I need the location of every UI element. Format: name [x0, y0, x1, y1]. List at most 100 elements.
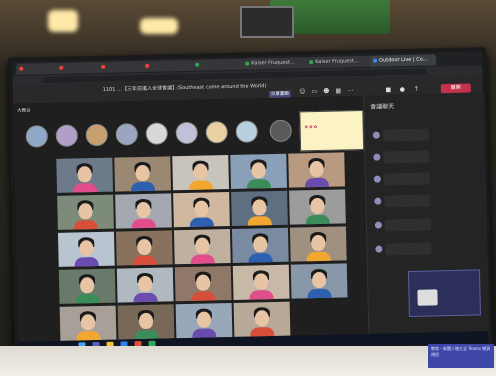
share-screen-icon[interactable]: ↑: [413, 86, 420, 93]
chat-message: [374, 218, 453, 234]
chat-icon[interactable]: ▭: [311, 88, 318, 95]
participant-body: [131, 218, 156, 229]
avatar: [373, 175, 381, 183]
participant-face: [195, 237, 210, 254]
participant-body: [189, 217, 214, 228]
desk-surface: [0, 346, 496, 376]
browser-tab[interactable]: [192, 58, 245, 71]
browser-tab[interactable]: [16, 62, 59, 75]
event-banner-image: ✿ ✿ ✿: [299, 109, 365, 152]
monitor: Kaiser Fruquest... Kaiser Fruquest... Ou…: [8, 47, 493, 368]
banner-art: ✿ ✿ ✿: [304, 124, 318, 130]
participant-face: [254, 310, 270, 327]
browser-tab[interactable]: [142, 59, 195, 72]
participant-body: [305, 214, 330, 225]
video-tile[interactable]: [58, 268, 116, 304]
video-tile[interactable]: [114, 156, 172, 192]
chat-message: [375, 242, 453, 258]
video-tile[interactable]: [230, 153, 288, 189]
participant-face: [79, 277, 95, 294]
video-tile[interactable]: [57, 231, 115, 267]
people-icon[interactable]: ☺: [299, 88, 306, 95]
chat-message: [374, 194, 452, 210]
participant-face: [138, 312, 154, 330]
video-tile[interactable]: [116, 267, 174, 303]
browser-tab[interactable]: [56, 61, 101, 74]
video-tile[interactable]: [57, 194, 114, 230]
participant-face: [251, 162, 266, 179]
participant-avatar-row: [25, 119, 317, 156]
view-icon[interactable]: ▦: [335, 87, 342, 94]
participant-face: [136, 201, 151, 219]
ceiling-lamp: [140, 18, 178, 34]
video-tile[interactable]: [231, 190, 288, 226]
participant-avatar[interactable]: [55, 124, 79, 147]
chat-message: [373, 172, 452, 188]
video-tile[interactable]: [173, 192, 230, 228]
participant-body: [190, 254, 215, 265]
participant-avatar[interactable]: [269, 119, 292, 143]
browser-tab[interactable]: [98, 60, 145, 73]
participant-avatar[interactable]: [235, 120, 258, 143]
chat-panel: 會議聊天 輸入新訊息: [362, 93, 490, 368]
participant-face: [193, 163, 208, 180]
participant-avatar[interactable]: [115, 123, 139, 146]
participant-avatar[interactable]: [175, 121, 198, 145]
participant-face: [135, 164, 150, 182]
participant-face: [78, 203, 93, 220]
participant-body: [133, 292, 158, 303]
video-tile[interactable]: [232, 264, 290, 300]
video-tile[interactable]: [289, 189, 346, 225]
participant-avatar[interactable]: [85, 123, 109, 147]
video-tile[interactable]: [117, 304, 175, 340]
camera-icon[interactable]: ■: [385, 86, 392, 93]
video-tile[interactable]: [56, 157, 114, 193]
participant-face: [253, 236, 268, 253]
reaction-icon[interactable]: ☻: [323, 88, 330, 95]
leave-button[interactable]: 離開: [440, 83, 471, 94]
participant-avatar[interactable]: [205, 121, 228, 144]
participant-body: [74, 256, 99, 267]
video-tile[interactable]: [233, 301, 291, 337]
microphone-icon[interactable]: ●: [399, 86, 406, 93]
participant-face: [137, 275, 153, 293]
participant-face: [310, 197, 325, 215]
participant-body: [130, 181, 156, 192]
more-icon[interactable]: ⋯: [347, 87, 354, 94]
avatar: [374, 221, 382, 229]
meeting-stage: 大舞台 ✿ ✿ ✿: [13, 95, 369, 367]
participant-body: [191, 291, 216, 302]
video-tile[interactable]: [173, 229, 231, 265]
avatar: [373, 153, 381, 161]
participant-avatar[interactable]: [145, 122, 169, 145]
video-tile[interactable]: [290, 263, 348, 299]
participant-face: [252, 199, 267, 216]
video-tile[interactable]: [288, 152, 345, 188]
video-tile[interactable]: [115, 193, 172, 229]
video-tile[interactable]: [174, 265, 232, 302]
video-tile[interactable]: [175, 302, 233, 339]
video-tile[interactable]: [115, 230, 173, 266]
participant-face: [309, 160, 324, 178]
participant-body: [75, 293, 100, 304]
participant-face: [80, 314, 96, 331]
caption-note: 教育・新聞人物大全 Teams 網頁視訊: [428, 344, 494, 368]
participant-face: [195, 274, 211, 291]
video-tile[interactable]: [59, 305, 117, 341]
browser-tab[interactable]: Kaiser Fruquest...: [242, 57, 309, 70]
browser-tab-active[interactable]: Outdoor Live | Co...: [370, 54, 437, 67]
chat-title: 會議聊天: [370, 103, 395, 111]
participant-face: [196, 311, 212, 328]
participant-face: [79, 240, 94, 257]
link-preview-icon: [417, 289, 438, 306]
ceiling-lamp: [48, 10, 78, 32]
video-tile[interactable]: [231, 227, 289, 263]
browser-tab[interactable]: Kaiser Fruquest...: [306, 55, 373, 69]
participant-face: [311, 234, 326, 252]
shared-link-card[interactable]: [407, 269, 481, 317]
video-tile[interactable]: [172, 155, 230, 191]
participant-face: [77, 166, 92, 183]
video-tile[interactable]: [289, 226, 347, 262]
chat-message: [373, 150, 451, 166]
participant-avatar[interactable]: [25, 125, 49, 148]
